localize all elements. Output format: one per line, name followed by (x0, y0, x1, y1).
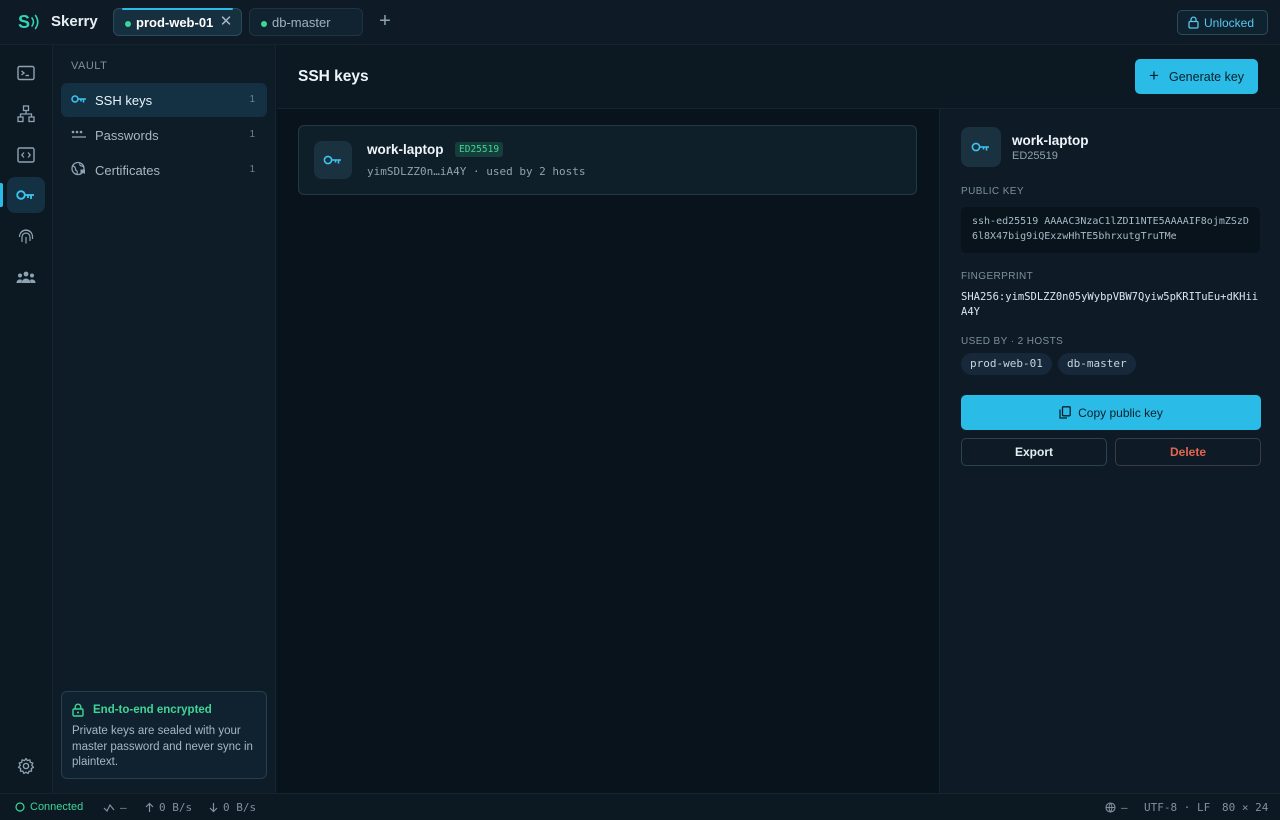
used-by-label: USED BY · 2 HOSTS (961, 336, 1064, 347)
vault-lock-button[interactable]: Unlocked (1177, 10, 1268, 35)
section-label: VAULT (71, 60, 108, 72)
detail-key-name: work-laptop (1012, 133, 1089, 148)
sidebar-item-label: SSH keys (95, 92, 153, 108)
upload-rate: 0 B/s (145, 801, 192, 814)
network-icon (17, 105, 35, 123)
team-icon (16, 271, 36, 283)
generate-key-button[interactable]: + Generate key (1135, 59, 1258, 94)
icon-rail (0, 45, 53, 793)
upload-value: 0 B/s (159, 801, 193, 814)
arrow-down-icon (209, 803, 218, 813)
code-icon (17, 147, 35, 163)
key-name: work-laptop (367, 142, 444, 157)
sidebar-item-label: Certificates (95, 162, 161, 178)
key-icon (16, 190, 34, 200)
rail-network[interactable] (7, 96, 45, 132)
tab-label: db-master (272, 14, 331, 30)
key-detail-panel: work-laptop ED25519 PUBLIC KEY ssh-ed255… (939, 109, 1280, 793)
download-rate: 0 B/s (209, 801, 256, 814)
host-chip[interactable]: db-master (1058, 353, 1136, 375)
copy-label: Copy public key (1078, 405, 1163, 420)
encoding-status[interactable]: UTF-8 · LF (1144, 801, 1210, 814)
add-tab-button[interactable]: + (376, 11, 394, 31)
status-dot (261, 21, 267, 27)
signal-icon (31, 14, 39, 30)
sidebar-item-ssh-keys[interactable]: SSH keys 1 (61, 83, 267, 117)
key-avatar (961, 127, 1001, 167)
activity-icon (103, 803, 115, 812)
lock-status-label: Unlocked (1204, 15, 1255, 30)
host-chip[interactable]: prod-web-01 (961, 353, 1052, 375)
latency-status: — (103, 801, 127, 814)
title-bar: S Skerry prod-web-01 ✕ db-master + Unloc… (0, 0, 1280, 45)
gear-icon (17, 757, 35, 775)
app-logo: S (18, 11, 42, 33)
generate-key-label: Generate key (1169, 69, 1245, 84)
globe-status[interactable]: — (1105, 801, 1128, 814)
encryption-description: Private keys are sealed with your master… (72, 725, 253, 768)
rail-vault[interactable] (0, 177, 45, 213)
status-bar: Connected — 0 B/s 0 B/s — UTF-8 · LF 80 … (0, 793, 1280, 820)
vault-sidebar: VAULT SSH keys 1 Passwords 1 Certificate… (53, 45, 276, 793)
settings-button[interactable] (7, 748, 45, 784)
rail-snippets[interactable] (7, 137, 45, 173)
certificate-icon (71, 161, 86, 179)
public-key-value[interactable]: ssh-ed25519 AAAAC3NzaC1lZDI1NTE5AAAAIF8o… (961, 207, 1260, 253)
status-dot (125, 21, 131, 27)
delete-button[interactable]: Delete (1115, 438, 1261, 466)
arrow-up-icon (145, 802, 154, 812)
item-count: 1 (249, 164, 255, 175)
app-name: Skerry (51, 13, 98, 30)
fingerprint-icon (18, 229, 34, 244)
rail-terminal[interactable] (7, 55, 45, 91)
download-value: 0 B/s (223, 801, 257, 814)
connection-status: Connected (15, 801, 83, 813)
rail-identities[interactable] (7, 218, 45, 254)
item-count: 1 (249, 129, 255, 140)
status-circle-icon (15, 802, 25, 812)
export-button[interactable]: Export (961, 438, 1107, 466)
fingerprint-value[interactable]: SHA256:yimSDLZZ0n05yWybpVBW7Qyiw5pKRITuE… (961, 290, 1261, 320)
copy-icon (1059, 406, 1071, 419)
key-avatar (314, 141, 352, 179)
close-icon[interactable]: ✕ (219, 14, 233, 30)
main-header: SSH keys + Generate key (277, 45, 1280, 109)
key-meta: yimSDLZZ0n…iA4Y · used by 2 hosts (367, 165, 586, 178)
encryption-notice: End-to-end encrypted Private keys are se… (61, 691, 267, 779)
sidebar-item-passwords[interactable]: Passwords 1 (61, 118, 267, 152)
globe-value: — (1121, 801, 1128, 814)
lock-icon (1188, 16, 1199, 29)
page-title: SSH keys (298, 68, 369, 85)
key-list: work-laptop ED25519 yimSDLZZ0n…iA4Y · us… (277, 109, 939, 793)
globe-icon (1105, 802, 1116, 813)
connection-label: Connected (30, 801, 84, 813)
key-icon (71, 92, 87, 107)
detail-key-type: ED25519 (1012, 150, 1058, 162)
lock-icon (72, 703, 84, 717)
sidebar-item-certificates[interactable]: Certificates 1 (61, 153, 267, 187)
copy-public-key-button[interactable]: Copy public key (961, 395, 1261, 430)
terminal-icon (17, 65, 35, 81)
key-type-badge: ED25519 (455, 142, 504, 157)
fingerprint-label: FINGERPRINT (961, 271, 1034, 282)
rail-team[interactable] (7, 259, 45, 295)
list-item[interactable]: work-laptop ED25519 yimSDLZZ0n…iA4Y · us… (298, 125, 917, 195)
terminal-size: 80 × 24 (1222, 801, 1269, 814)
key-icon (323, 155, 341, 165)
item-count: 1 (249, 94, 255, 105)
sidebar-item-label: Passwords (95, 127, 159, 143)
tab-db-master[interactable]: db-master (249, 8, 363, 36)
tab-prod-web-01[interactable]: prod-web-01 ✕ (113, 8, 242, 36)
key-icon (971, 142, 989, 152)
latency-value: — (120, 801, 127, 814)
plus-icon: + (1149, 66, 1159, 85)
tab-label: prod-web-01 (136, 14, 214, 30)
public-key-label: PUBLIC KEY (961, 186, 1024, 197)
password-icon (71, 127, 87, 142)
encryption-title: End-to-end encrypted (93, 704, 212, 716)
